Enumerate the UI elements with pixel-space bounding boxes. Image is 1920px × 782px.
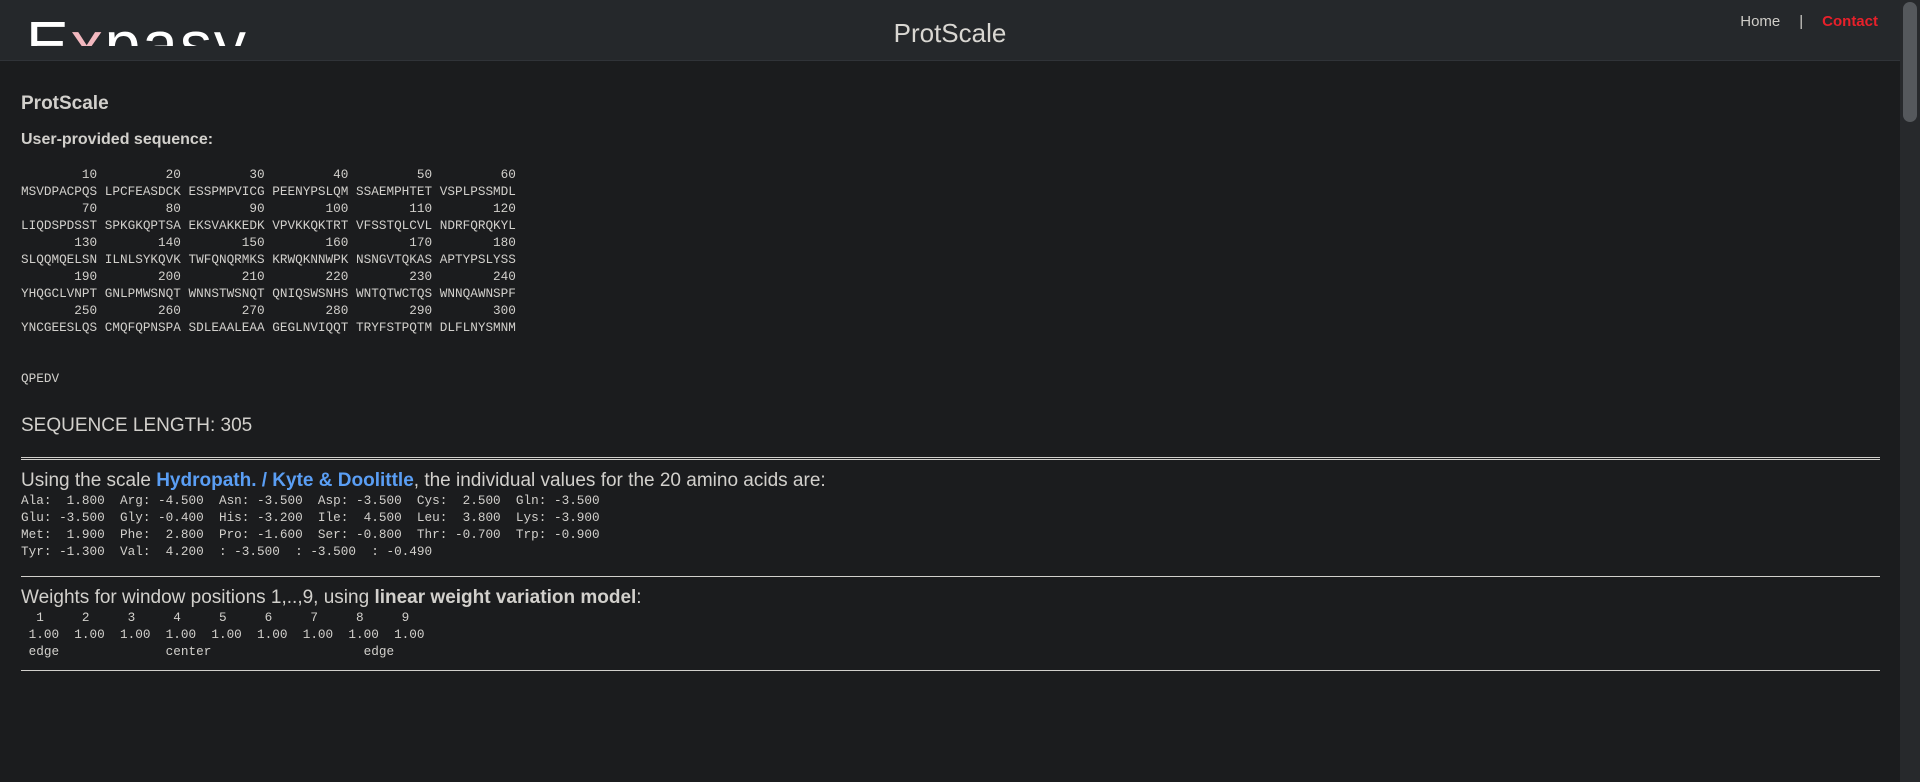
scale-intro-post: , the individual values for the 20 amino… [413, 470, 826, 491]
scale-link[interactable]: Hydropath. / Kyte & Doolittle [156, 470, 414, 491]
sequence-group: 10 20 30 40 50 60 MSVDPACPQS LPCFEASDCK … [21, 167, 516, 199]
sequence-group: 130 140 150 160 170 180 SLQQMQELSN ILNLS… [21, 235, 516, 267]
header-title: ProtScale [893, 18, 1007, 48]
sequence-tail: QPEDV [21, 371, 60, 386]
sequence-label: User-provided sequence: [21, 131, 214, 148]
main-content: ProtScale User-provided sequence: 10 20 … [21, 61, 1881, 671]
contact-link[interactable]: Contact [1822, 13, 1878, 30]
weights-intro-pre: Weights for window positions 1,..,9, usi… [21, 587, 375, 608]
weights-intro: Weights for window positions 1,..,9, usi… [21, 587, 1881, 609]
sequence-length: SEQUENCE LENGTH: 305 [21, 415, 253, 436]
sequence-block: 10 20 30 40 50 60 MSVDPACPQS LPCFEASDCK … [21, 166, 1881, 387]
home-link[interactable]: Home [1740, 13, 1780, 30]
top-nav: Home | Contact [1740, 13, 1878, 30]
page-title: ProtScale [21, 93, 109, 114]
sequence-group: 190 200 210 220 230 240 YHQGCLVNPT GNLPM… [21, 269, 516, 301]
weights-intro-post: : [636, 587, 642, 608]
top-header: Expasy ProtScale Home | Contact [0, 0, 1900, 61]
vertical-scrollbar[interactable] [1900, 0, 1920, 782]
scale-intro-pre: Using the scale [21, 470, 157, 491]
scale-intro: Using the scale Hydropath. / Kyte & Dool… [21, 470, 1881, 492]
sequence-group: 250 260 270 280 290 300 YNCGEESLQS CMQFQ… [21, 303, 516, 335]
section-divider [21, 457, 1880, 460]
amino-acid-values: Ala: 1.800 Arg: -4.500 Asn: -3.500 Asp: … [21, 493, 600, 559]
section-divider [21, 670, 1880, 671]
window-weights: 1 2 3 4 5 6 7 8 9 1.00 1.00 1.00 1.00 1.… [28, 610, 425, 659]
sequence-group: 70 80 90 100 110 120 LIQDSPDSST SPKGKQPT… [21, 201, 516, 233]
scrollbar-thumb[interactable] [1903, 2, 1917, 122]
weights-model: linear weight variation model [374, 587, 637, 608]
section-divider [21, 576, 1880, 577]
nav-separator: | [1799, 13, 1804, 30]
